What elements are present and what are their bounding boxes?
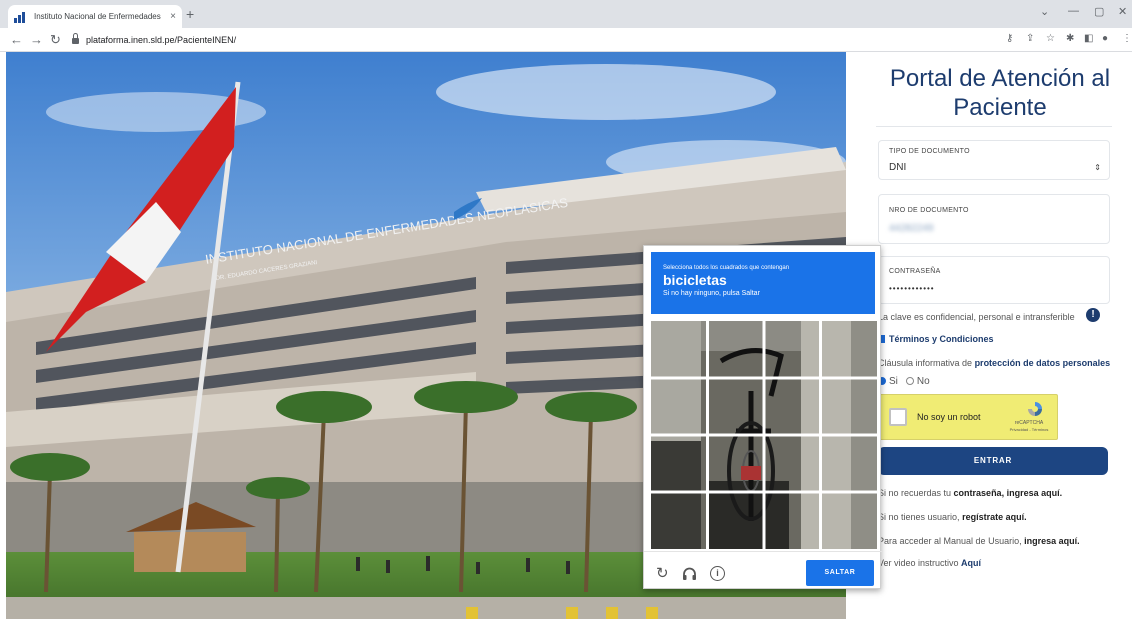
user-manual-link[interactable]: Para acceder al Manual de Usuario, ingre… xyxy=(878,536,1080,546)
confidential-note: La clave es confidencial, personal e int… xyxy=(878,312,1075,322)
password-field[interactable]: CONTRASEÑA •••••••••••• xyxy=(878,256,1110,304)
extensions-puzzle-icon[interactable]: ✱ xyxy=(1066,33,1074,44)
password-key-icon[interactable]: ⚷ xyxy=(1006,33,1013,44)
recaptcha-terms-link[interactable]: Privacidad - Términos xyxy=(1001,427,1057,432)
terms-link[interactable]: Términos y Condiciones xyxy=(889,334,994,344)
document-number-field[interactable]: NRO DE DOCUMENTO 44282249 xyxy=(878,194,1110,244)
help-link-prefix: Si no recuerdas tu xyxy=(878,488,954,498)
data-protection-clause: Cláusula informativa de protección de da… xyxy=(878,358,1110,368)
profile-avatar-icon[interactable]: ● xyxy=(1102,33,1108,44)
screen: Instituto Nacional de Enfermedades × + ⌄… xyxy=(0,0,1132,619)
side-panel-icon[interactable]: ◧ xyxy=(1084,33,1093,44)
captcha-challenge-dialog: Selecciona todos los cuadrados que conte… xyxy=(643,245,882,589)
captcha-skip-hint: Si no hay ninguno, pulsa Saltar xyxy=(663,290,760,297)
captcha-image-grid[interactable] xyxy=(651,321,877,549)
browser-tab[interactable]: Instituto Nacional de Enfermedades × xyxy=(8,5,182,28)
consent-no-radio[interactable] xyxy=(905,377,914,385)
info-icon[interactable]: i xyxy=(710,566,725,581)
forgot-password-link[interactable]: Si no recuerdas tu contraseña, ingresa a… xyxy=(878,488,1062,498)
password-label: CONTRASEÑA xyxy=(889,268,941,275)
document-number-value: 44282249 xyxy=(889,223,934,234)
captcha-intro-text: Selecciona todos los cuadrados que conte… xyxy=(663,265,790,271)
password-value: •••••••••••• xyxy=(889,284,935,293)
recaptcha-widget: No soy un robot reCAPTCHA Privacidad - T… xyxy=(878,394,1058,440)
menu-kebab-icon[interactable]: ⋮ xyxy=(1122,33,1132,44)
captcha-footer: ↻ i SALTAR xyxy=(644,551,882,589)
recaptcha-brand: reCAPTCHA xyxy=(1014,420,1044,426)
consent-radio-group: Si No xyxy=(878,376,930,387)
url-text: plataforma.inen.sld.pe/PacienteINEN/ xyxy=(86,35,237,45)
register-link[interactable]: Si no tienes usuario, regístrate aquí. xyxy=(878,512,1027,522)
help-link-strong[interactable]: regístrate aquí. xyxy=(962,512,1027,522)
help-link-prefix: Ver video instructivo xyxy=(878,558,962,568)
document-number-label: NRO DE DOCUMENTO xyxy=(889,207,969,214)
address-bar[interactable]: plataforma.inen.sld.pe/PacienteINEN/ xyxy=(72,31,1052,49)
skip-button[interactable]: SALTAR xyxy=(806,560,874,586)
reload-page-icon[interactable]: ↻ xyxy=(50,32,61,48)
consent-no-label: No xyxy=(916,376,930,387)
tab-search-icon[interactable]: ⌄ xyxy=(1040,5,1049,18)
captcha-bicycle-photo xyxy=(651,321,877,549)
help-link-strong[interactable]: Aquí xyxy=(961,558,981,568)
captcha-instructions: Selecciona todos los cuadrados que conte… xyxy=(651,252,875,314)
help-link-prefix: Si no tienes usuario, xyxy=(878,512,963,522)
help-link-strong[interactable]: contraseña, ingresa aquí. xyxy=(954,488,1063,498)
maximize-button[interactable]: ▢ xyxy=(1094,5,1104,18)
back-arrow-icon[interactable]: ← xyxy=(10,32,23,47)
share-icon[interactable]: ⇪ xyxy=(1026,33,1034,44)
browser-tab-bar: Instituto Nacional de Enfermedades × + ⌄… xyxy=(0,0,1132,28)
page-title: Portal de Atención al Paciente xyxy=(889,65,1111,121)
info-alert-icon[interactable]: ! xyxy=(1086,308,1100,322)
minimize-button[interactable]: — xyxy=(1068,5,1079,17)
tab-close-icon[interactable]: × xyxy=(170,11,176,22)
consent-yes-label: Si xyxy=(889,376,898,387)
bookmark-star-icon[interactable]: ☆ xyxy=(1046,33,1055,44)
browser-toolbar: ← → ↻ plataforma.inen.sld.pe/PacienteINE… xyxy=(0,28,1132,52)
headphones-icon[interactable] xyxy=(682,567,697,581)
captcha-target-object: bicicletas xyxy=(663,272,727,288)
login-panel: Portal de Atención al Paciente TIPO DE D… xyxy=(846,52,1132,619)
terms-checkbox-row[interactable]: Términos y Condiciones xyxy=(878,334,994,344)
login-submit-button[interactable]: ENTRAR xyxy=(878,447,1108,475)
recaptcha-checkbox[interactable] xyxy=(889,408,907,426)
forward-arrow-icon[interactable]: → xyxy=(30,32,43,47)
lock-icon[interactable] xyxy=(72,33,79,44)
recaptcha-logo-icon xyxy=(1028,402,1042,416)
data-protection-link[interactable]: protección de datos personales xyxy=(975,358,1111,368)
recaptcha-label: No soy un robot xyxy=(917,412,981,422)
close-window-button[interactable]: ✕ xyxy=(1118,5,1127,18)
clause-prefix: Cláusula informativa de xyxy=(878,358,975,368)
tab-title: Instituto Nacional de Enfermedades xyxy=(34,12,161,21)
document-type-label: TIPO DE DOCUMENTO xyxy=(889,148,970,155)
help-link-prefix: Para acceder al Manual de Usuario, xyxy=(878,536,1025,546)
document-type-value: DNI xyxy=(889,162,907,173)
select-arrows-icon: ⇕ xyxy=(1094,163,1101,172)
help-link-strong[interactable]: ingresa aquí. xyxy=(1024,536,1080,546)
video-tutorial-link[interactable]: Ver video instructivo Aquí xyxy=(878,558,981,568)
new-tab-button[interactable]: + xyxy=(186,6,194,22)
reload-icon[interactable]: ↻ xyxy=(656,566,669,581)
inen-favicon-icon xyxy=(14,11,28,23)
title-divider xyxy=(876,126,1112,127)
document-type-select[interactable]: TIPO DE DOCUMENTO DNI ⇕ xyxy=(878,140,1110,180)
